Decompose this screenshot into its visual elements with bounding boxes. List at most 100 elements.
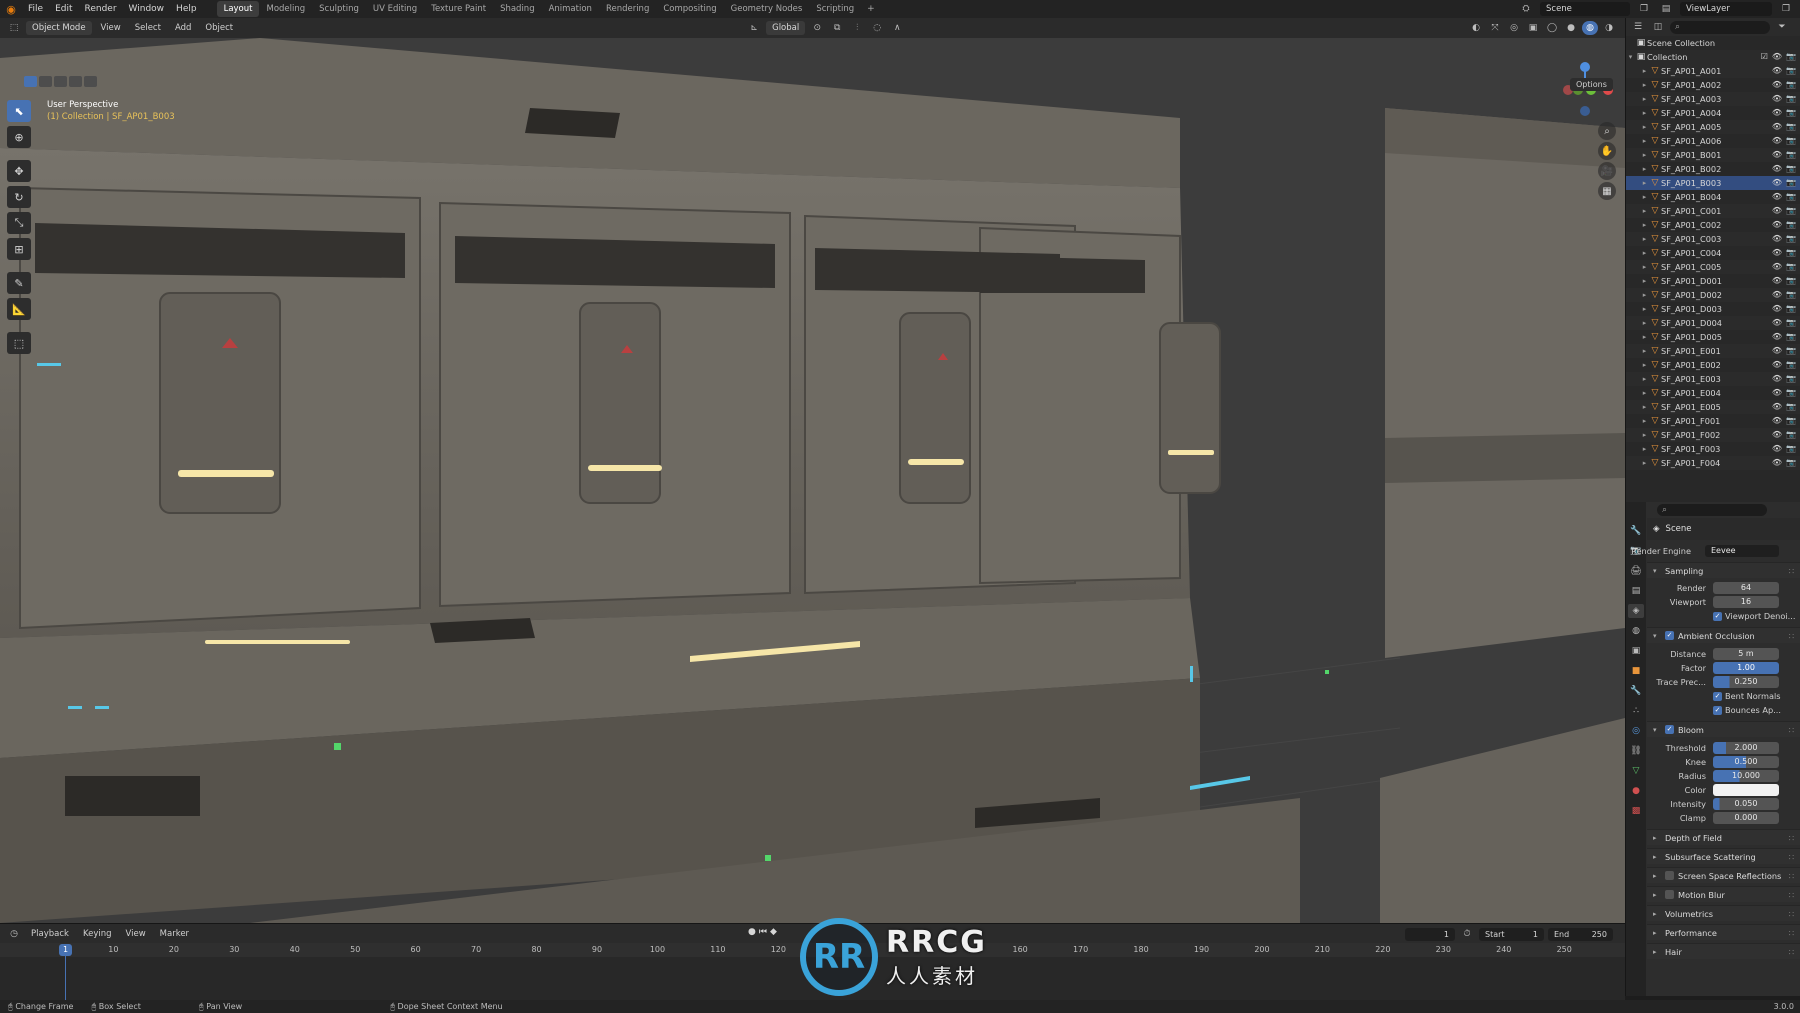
camera-icon[interactable]: 📷: [1786, 190, 1796, 204]
camera-icon[interactable]: 📷: [1786, 442, 1796, 456]
tab-modeling[interactable]: Modeling: [259, 1, 312, 17]
start-frame-field[interactable]: Start 1: [1479, 927, 1544, 941]
end-frame-field[interactable]: End 250: [1548, 927, 1613, 941]
options-dropdown[interactable]: Options: [1570, 78, 1613, 91]
drag-handle-icon[interactable]: ∷: [1789, 563, 1795, 579]
expand-arrow-icon[interactable]: ▸: [1640, 148, 1649, 162]
camera-icon[interactable]: 📷: [1786, 288, 1796, 302]
eye-icon[interactable]: 👁: [1772, 330, 1782, 344]
snap-target-icon[interactable]: ⫶: [849, 21, 865, 35]
menu-marker[interactable]: Marker: [155, 929, 194, 939]
camera-icon[interactable]: 📷: [1786, 316, 1796, 330]
outliner-object-row[interactable]: ▸ ▽ SF_AP01_F003 👁 📷: [1626, 442, 1800, 456]
expand-arrow-icon[interactable]: ▸: [1640, 456, 1649, 470]
eye-icon[interactable]: 👁: [1772, 316, 1782, 330]
overlay-icon[interactable]: ◎: [1506, 21, 1522, 35]
add-workspace-icon[interactable]: +: [861, 4, 881, 14]
eye-icon[interactable]: 👁: [1772, 176, 1782, 190]
proportional-edit-icon[interactable]: ◌: [869, 21, 885, 35]
visibility-icon[interactable]: ◐: [1468, 21, 1484, 35]
expand-arrow-icon[interactable]: ▸: [1640, 372, 1649, 386]
eye-icon[interactable]: 👁: [1772, 50, 1782, 64]
eye-icon[interactable]: 👁: [1772, 386, 1782, 400]
tab-animation[interactable]: Animation: [542, 1, 599, 17]
jump-start-icon[interactable]: ⏮: [759, 927, 767, 937]
collapsed-panel-header[interactable]: ▸ Volumetrics ∷: [1647, 905, 1800, 921]
expand-arrow-icon[interactable]: ▸: [1640, 78, 1649, 92]
outliner-object-row[interactable]: ▸ ▽ SF_AP01_E004 👁 📷: [1626, 386, 1800, 400]
menu-add[interactable]: Add: [170, 23, 196, 33]
outliner-object-row[interactable]: ▸ ▽ SF_AP01_F002 👁 📷: [1626, 428, 1800, 442]
measure-tool-icon[interactable]: 📐: [7, 298, 31, 320]
outliner-object-row[interactable]: ▸ ▽ SF_AP01_A004 👁 📷: [1626, 106, 1800, 120]
expand-arrow-icon[interactable]: ▸: [1640, 92, 1649, 106]
eye-icon[interactable]: 👁: [1772, 260, 1782, 274]
camera-icon[interactable]: 📷: [1786, 204, 1796, 218]
ao-enable-checkbox[interactable]: ✓: [1665, 631, 1674, 640]
camera-icon[interactable]: 📷: [1786, 106, 1796, 120]
viewport-denoise-checkbox[interactable]: ✓ Viewport Denoi...: [1713, 609, 1795, 623]
expand-arrow-icon[interactable]: ▸: [1640, 120, 1649, 134]
filter-icon[interactable]: ⏷: [1774, 20, 1790, 34]
viewport-samples-field[interactable]: 16: [1713, 596, 1779, 608]
outliner-object-row[interactable]: ▸ ▽ SF_AP01_F001 👁 📷: [1626, 414, 1800, 428]
panel-enable-checkbox[interactable]: [1665, 890, 1674, 899]
copy-layer-icon[interactable]: ❐: [1778, 2, 1794, 16]
bounces-approx-checkbox[interactable]: ✓ Bounces Ap...: [1713, 703, 1781, 717]
outliner-object-row[interactable]: ▸ ▽ SF_AP01_E001 👁 📷: [1626, 344, 1800, 358]
outliner-object-row[interactable]: ▸ ▽ SF_AP01_B001 👁 📷: [1626, 148, 1800, 162]
texture-tab-icon[interactable]: ▩: [1628, 804, 1644, 818]
expand-arrow-icon[interactable]: ▸: [1640, 386, 1649, 400]
add-cube-tool-icon[interactable]: ⬚: [7, 332, 31, 354]
outliner-object-row[interactable]: ▸ ▽ SF_AP01_A006 👁 📷: [1626, 134, 1800, 148]
eye-icon[interactable]: 👁: [1772, 190, 1782, 204]
collapsed-panel-header[interactable]: ▸ Performance ∷: [1647, 924, 1800, 940]
wireframe-shading-icon[interactable]: ◯: [1544, 21, 1560, 35]
select-new-icon[interactable]: [24, 76, 37, 87]
expand-arrow-icon[interactable]: ▸: [1640, 162, 1649, 176]
ao-distance-field[interactable]: 5 m: [1713, 648, 1779, 660]
camera-icon[interactable]: 📷: [1786, 120, 1796, 134]
bent-normals-checkbox[interactable]: ✓ Bent Normals: [1713, 689, 1781, 703]
camera-icon[interactable]: 📷: [1786, 344, 1796, 358]
ao-factor-slider[interactable]: 1.00: [1713, 662, 1779, 674]
ao-panel-header[interactable]: ▾ ✓ Ambient Occlusion ∷: [1647, 627, 1800, 643]
expand-arrow-icon[interactable]: ▸: [1640, 106, 1649, 120]
eye-icon[interactable]: 👁: [1772, 232, 1782, 246]
bloom-intensity-slider[interactable]: 0.050: [1713, 798, 1779, 810]
menu-timeline-view[interactable]: View: [121, 929, 151, 939]
camera-icon[interactable]: 📷: [1786, 148, 1796, 162]
expand-arrow-icon[interactable]: ▸: [1640, 358, 1649, 372]
world-tab-icon[interactable]: ◍: [1628, 624, 1644, 638]
particles-tab-icon[interactable]: ∴: [1628, 704, 1644, 718]
menu-file[interactable]: File: [22, 0, 49, 18]
expand-arrow-icon[interactable]: ▸: [1640, 274, 1649, 288]
expand-arrow-icon[interactable]: ▸: [1640, 344, 1649, 358]
eye-icon[interactable]: 👁: [1772, 442, 1782, 456]
collapsed-panel-header[interactable]: ▸ Motion Blur ∷: [1647, 886, 1800, 902]
eye-icon[interactable]: 👁: [1772, 92, 1782, 106]
eye-icon[interactable]: 👁: [1772, 106, 1782, 120]
outliner-object-row[interactable]: ▸ ▽ SF_AP01_D003 👁 📷: [1626, 302, 1800, 316]
eye-icon[interactable]: 👁: [1772, 120, 1782, 134]
outliner-object-row[interactable]: ▸ ▽ SF_AP01_E002 👁 📷: [1626, 358, 1800, 372]
camera-icon[interactable]: 📷: [1786, 176, 1796, 190]
render-samples-field[interactable]: 64: [1713, 582, 1779, 594]
expand-arrow-icon[interactable]: ▸: [1640, 190, 1649, 204]
outliner-object-row[interactable]: ▸ ▽ SF_AP01_F004 👁 📷: [1626, 456, 1800, 470]
scale-tool-icon[interactable]: ⤡: [7, 212, 31, 234]
collapsed-panel-header[interactable]: ▸ Depth of Field ∷: [1647, 829, 1800, 845]
zoom-icon[interactable]: ⌕: [1598, 122, 1616, 140]
tool-tab-icon[interactable]: 🔧: [1628, 524, 1644, 538]
eye-icon[interactable]: 👁: [1772, 64, 1782, 78]
expand-arrow-icon[interactable]: ▸: [1640, 442, 1649, 456]
copy-scene-icon[interactable]: ❐: [1636, 2, 1652, 16]
transform-tool-icon[interactable]: ⊞: [7, 238, 31, 260]
outliner-object-row[interactable]: ▸ ▽ SF_AP01_D002 👁 📷: [1626, 288, 1800, 302]
expand-arrow-icon[interactable]: ▸: [1640, 330, 1649, 344]
camera-view-icon[interactable]: 🎥: [1598, 162, 1616, 180]
stopwatch-icon[interactable]: ⏱: [1459, 927, 1475, 941]
expand-arrow-icon[interactable]: ▸: [1640, 288, 1649, 302]
eye-icon[interactable]: 👁: [1772, 344, 1782, 358]
menu-keying[interactable]: Keying: [78, 929, 117, 939]
